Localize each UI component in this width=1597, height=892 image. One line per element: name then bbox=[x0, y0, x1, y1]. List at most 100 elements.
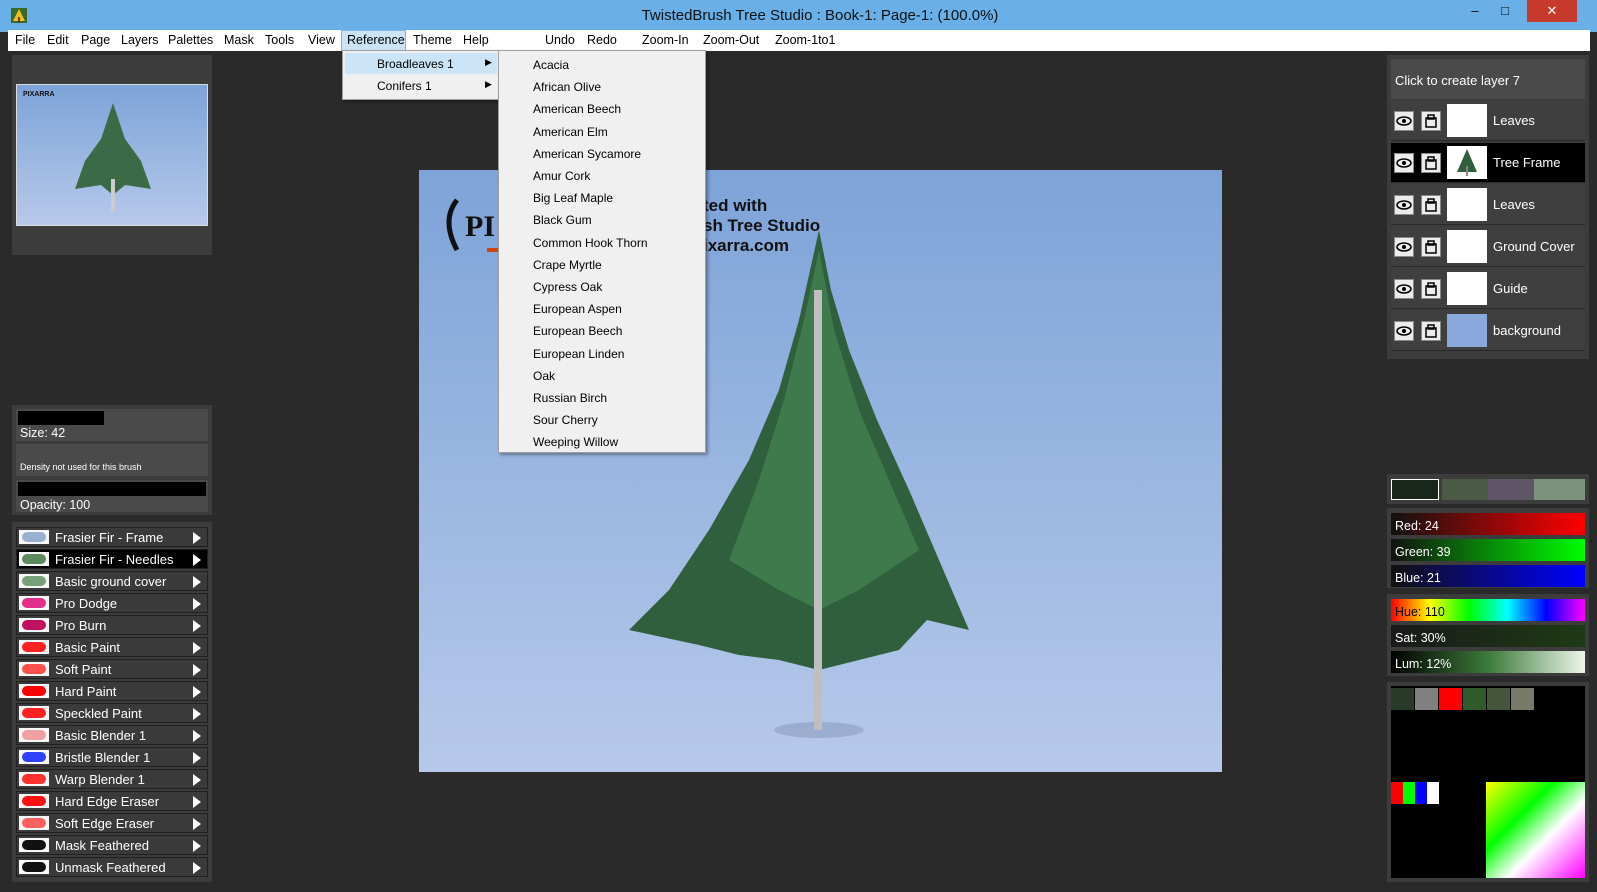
broadleaves-item[interactable]: Acacia bbox=[533, 58, 569, 72]
palette-swatch[interactable] bbox=[1415, 688, 1438, 710]
broadleaves-item[interactable]: Oak bbox=[533, 369, 555, 383]
layer-lock-icon[interactable] bbox=[1421, 321, 1441, 341]
palette-red-swatch[interactable] bbox=[1391, 782, 1403, 804]
menu-help[interactable]: Help bbox=[463, 30, 489, 51]
brush-item[interactable]: Pro Burn bbox=[16, 615, 208, 635]
brush-expand-arrow-icon[interactable] bbox=[193, 840, 201, 852]
brush-item[interactable]: Speckled Paint bbox=[16, 703, 208, 723]
redo-button[interactable]: Redo bbox=[587, 30, 617, 51]
blue-slider[interactable]: Blue: 21 bbox=[1391, 565, 1585, 587]
menu-edit[interactable]: Edit bbox=[47, 30, 69, 51]
luminance-slider[interactable]: Lum: 12% bbox=[1391, 651, 1585, 673]
brush-item[interactable]: Warp Blender 1 bbox=[16, 769, 208, 789]
menu-layers[interactable]: Layers bbox=[121, 30, 159, 51]
brush-expand-arrow-icon[interactable] bbox=[193, 818, 201, 830]
broadleaves-item[interactable]: African Olive bbox=[533, 80, 601, 94]
broadleaves-item[interactable]: Big Leaf Maple bbox=[533, 191, 613, 205]
palette-green-swatch[interactable] bbox=[1403, 782, 1415, 804]
palette-swatch[interactable] bbox=[1391, 688, 1414, 710]
minimize-button[interactable]: – bbox=[1460, 0, 1490, 22]
layer-row[interactable]: background bbox=[1391, 311, 1585, 351]
broadleaves-item[interactable]: Sour Cherry bbox=[533, 413, 598, 427]
menu-theme[interactable]: Theme bbox=[413, 30, 452, 51]
brush-item[interactable]: Basic Paint bbox=[16, 637, 208, 657]
color-mixer-area[interactable] bbox=[1486, 782, 1585, 878]
broadleaves-item[interactable]: Cypress Oak bbox=[533, 280, 602, 294]
brush-item[interactable]: Unmask Feathered bbox=[16, 857, 208, 877]
layer-row[interactable]: Tree Frame bbox=[1391, 143, 1585, 183]
recent-color-2[interactable] bbox=[1488, 479, 1534, 500]
brush-item[interactable]: Basic ground cover bbox=[16, 571, 208, 591]
brush-expand-arrow-icon[interactable] bbox=[193, 532, 201, 544]
visibility-eye-icon[interactable] bbox=[1394, 321, 1414, 341]
zoom-out-button[interactable]: Zoom-Out bbox=[703, 30, 759, 51]
recent-color-1[interactable] bbox=[1442, 479, 1488, 500]
broadleaves-item[interactable]: European Linden bbox=[533, 347, 624, 361]
brush-item[interactable]: Frasier Fir - Frame bbox=[16, 527, 208, 547]
menu-tools[interactable]: Tools bbox=[265, 30, 294, 51]
zoom-in-button[interactable]: Zoom-In bbox=[642, 30, 689, 51]
visibility-eye-icon[interactable] bbox=[1394, 279, 1414, 299]
brush-item[interactable]: Hard Paint bbox=[16, 681, 208, 701]
menu-page[interactable]: Page bbox=[81, 30, 110, 51]
broadleaves-item[interactable]: European Beech bbox=[533, 324, 622, 338]
navigator-preview[interactable]: PIXARRA bbox=[16, 84, 208, 226]
size-slider[interactable]: Size: 42 bbox=[16, 409, 208, 441]
layer-lock-icon[interactable] bbox=[1421, 279, 1441, 299]
menu-reference[interactable]: Reference bbox=[347, 30, 405, 51]
hue-slider[interactable]: Hue: 110 bbox=[1391, 599, 1585, 621]
layer-lock-icon[interactable] bbox=[1421, 195, 1441, 215]
brush-expand-arrow-icon[interactable] bbox=[193, 598, 201, 610]
layer-row[interactable]: Guide bbox=[1391, 269, 1585, 309]
broadleaves-item[interactable]: Amur Cork bbox=[533, 169, 590, 183]
palette-blue-swatch[interactable] bbox=[1415, 782, 1427, 804]
zoom-1to1-button[interactable]: Zoom-1to1 bbox=[775, 30, 835, 51]
palette-swatch[interactable] bbox=[1439, 688, 1462, 710]
brush-expand-arrow-icon[interactable] bbox=[193, 774, 201, 786]
brush-expand-arrow-icon[interactable] bbox=[193, 576, 201, 588]
menu-item-broadleaves[interactable]: Broadleaves 1 bbox=[377, 57, 454, 71]
red-slider[interactable]: Red: 24 bbox=[1391, 513, 1585, 535]
layer-row[interactable]: Ground Cover bbox=[1391, 227, 1585, 267]
palette-swatch[interactable] bbox=[1511, 688, 1534, 710]
menu-palettes[interactable]: Palettes bbox=[168, 30, 213, 51]
broadleaves-item[interactable]: American Beech bbox=[533, 102, 621, 116]
broadleaves-item[interactable]: Weeping Willow bbox=[533, 435, 618, 449]
menu-mask[interactable]: Mask bbox=[224, 30, 254, 51]
brush-item[interactable]: Bristle Blender 1 bbox=[16, 747, 208, 767]
maximize-button[interactable]: □ bbox=[1490, 0, 1520, 22]
green-slider[interactable]: Green: 39 bbox=[1391, 539, 1585, 561]
layer-lock-icon[interactable] bbox=[1421, 237, 1441, 257]
brush-expand-arrow-icon[interactable] bbox=[193, 554, 201, 566]
brush-expand-arrow-icon[interactable] bbox=[193, 752, 201, 764]
visibility-eye-icon[interactable] bbox=[1394, 237, 1414, 257]
brush-expand-arrow-icon[interactable] bbox=[193, 862, 201, 874]
broadleaves-item[interactable]: European Aspen bbox=[533, 302, 622, 316]
layer-row[interactable]: Leaves bbox=[1391, 101, 1585, 141]
brush-expand-arrow-icon[interactable] bbox=[193, 664, 201, 676]
layer-lock-icon[interactable] bbox=[1421, 153, 1441, 173]
menu-file[interactable]: File bbox=[15, 30, 35, 51]
visibility-eye-icon[interactable] bbox=[1394, 195, 1414, 215]
broadleaves-item[interactable]: Common Hook Thorn bbox=[533, 236, 648, 250]
broadleaves-item[interactable]: American Elm bbox=[533, 125, 608, 139]
brush-expand-arrow-icon[interactable] bbox=[193, 730, 201, 742]
undo-button[interactable]: Undo bbox=[545, 30, 575, 51]
menu-view[interactable]: View bbox=[308, 30, 335, 51]
brush-item[interactable]: Frasier Fir - Needles bbox=[16, 549, 208, 569]
layer-lock-icon[interactable] bbox=[1421, 111, 1441, 131]
broadleaves-item[interactable]: Crape Myrtle bbox=[533, 258, 602, 272]
broadleaves-item[interactable]: American Sycamore bbox=[533, 147, 641, 161]
palette-swatch[interactable] bbox=[1463, 688, 1486, 710]
create-layer-button[interactable]: Click to create layer 7 bbox=[1391, 59, 1585, 99]
menu-item-conifers[interactable]: Conifers 1 bbox=[377, 79, 432, 93]
visibility-eye-icon[interactable] bbox=[1394, 111, 1414, 131]
close-button[interactable]: ✕ bbox=[1527, 0, 1577, 22]
visibility-eye-icon[interactable] bbox=[1394, 153, 1414, 173]
brush-item[interactable]: Soft Paint bbox=[16, 659, 208, 679]
saturation-slider[interactable]: Sat: 30% bbox=[1391, 625, 1585, 647]
opacity-slider[interactable]: Opacity: 100 bbox=[16, 480, 208, 512]
brush-item[interactable]: Mask Feathered bbox=[16, 835, 208, 855]
brush-item[interactable]: Soft Edge Eraser bbox=[16, 813, 208, 833]
brush-expand-arrow-icon[interactable] bbox=[193, 642, 201, 654]
